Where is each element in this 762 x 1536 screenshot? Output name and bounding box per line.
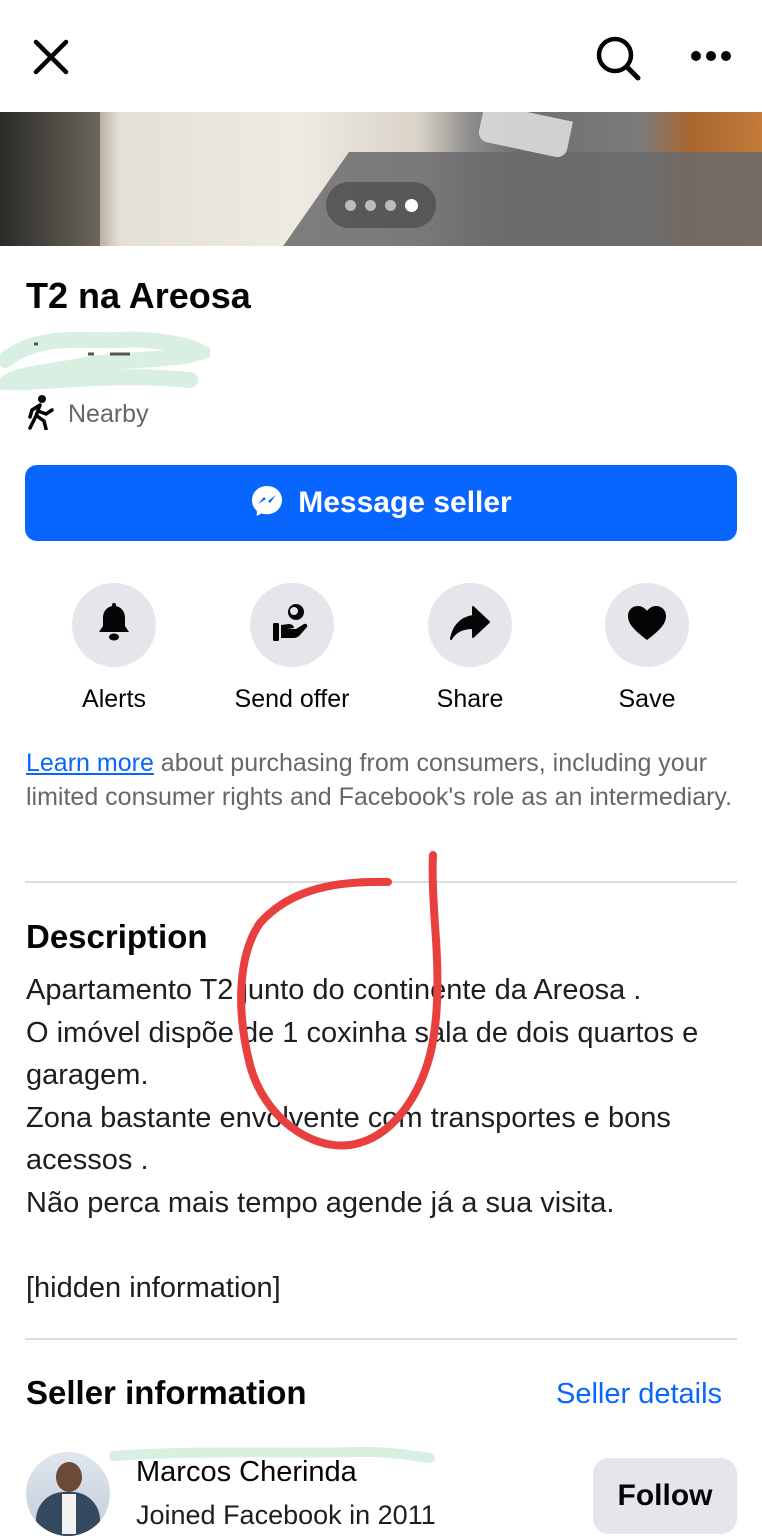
learn-more-link[interactable]: Learn more — [26, 749, 154, 777]
seller-info-heading: Seller information — [26, 1374, 307, 1411]
share-arrow-icon — [449, 603, 491, 648]
message-seller-button[interactable]: Message seller — [25, 465, 737, 541]
share-label: Share — [436, 685, 504, 713]
pagination-dot — [364, 199, 376, 211]
share-circle — [428, 583, 512, 667]
send-offer-button[interactable]: Send offer — [212, 583, 372, 723]
top-bar — [0, 0, 762, 112]
name-privacy-scribble — [109, 1446, 435, 1463]
photo-wall-shadow — [0, 112, 100, 246]
seller-avatar[interactable] — [26, 1452, 110, 1536]
alerts-circle — [72, 583, 156, 667]
send-offer-circle — [250, 583, 334, 667]
description-body: Apartamento T2 junto do continente da Ar… — [26, 974, 699, 1305]
divider — [25, 881, 737, 883]
location-row: Nearby — [26, 394, 149, 434]
follow-button[interactable]: Follow — [593, 1458, 737, 1534]
save-label: Save — [618, 685, 676, 713]
alerts-label: Alerts — [82, 685, 146, 713]
seller-joined: Joined Facebook in 2011 — [136, 1500, 436, 1530]
close-icon[interactable] — [28, 34, 74, 80]
divider — [25, 1338, 737, 1340]
alerts-button[interactable]: Alerts — [34, 583, 194, 723]
seller-details-link[interactable]: Seller details — [556, 1378, 722, 1411]
avatar-shirt — [62, 1494, 76, 1534]
offer-hand-icon — [270, 601, 314, 650]
messenger-icon — [250, 484, 284, 523]
pagination-dot-active — [404, 198, 418, 212]
avatar-head — [56, 1462, 82, 1492]
more-icon[interactable] — [686, 36, 736, 76]
save-button[interactable]: Save — [567, 583, 727, 723]
bell-icon — [95, 602, 133, 648]
pagination-dot — [344, 199, 356, 211]
privacy-scribble — [0, 331, 210, 391]
search-icon[interactable] — [592, 32, 644, 84]
message-seller-label: Message seller — [298, 486, 512, 519]
location-label: Nearby — [68, 399, 149, 428]
description-heading: Description — [26, 918, 208, 955]
send-offer-label: Send offer — [234, 685, 350, 713]
share-button[interactable]: Share — [390, 583, 550, 723]
photo-pagination[interactable] — [326, 182, 436, 228]
consumer-notice: Learn more about purchasing from consume… — [26, 746, 738, 814]
heart-icon — [626, 604, 668, 647]
walking-person-icon — [26, 394, 56, 435]
pagination-dot — [384, 199, 396, 211]
save-circle — [605, 583, 689, 667]
listing-title: T2 na Areosa — [26, 275, 251, 316]
